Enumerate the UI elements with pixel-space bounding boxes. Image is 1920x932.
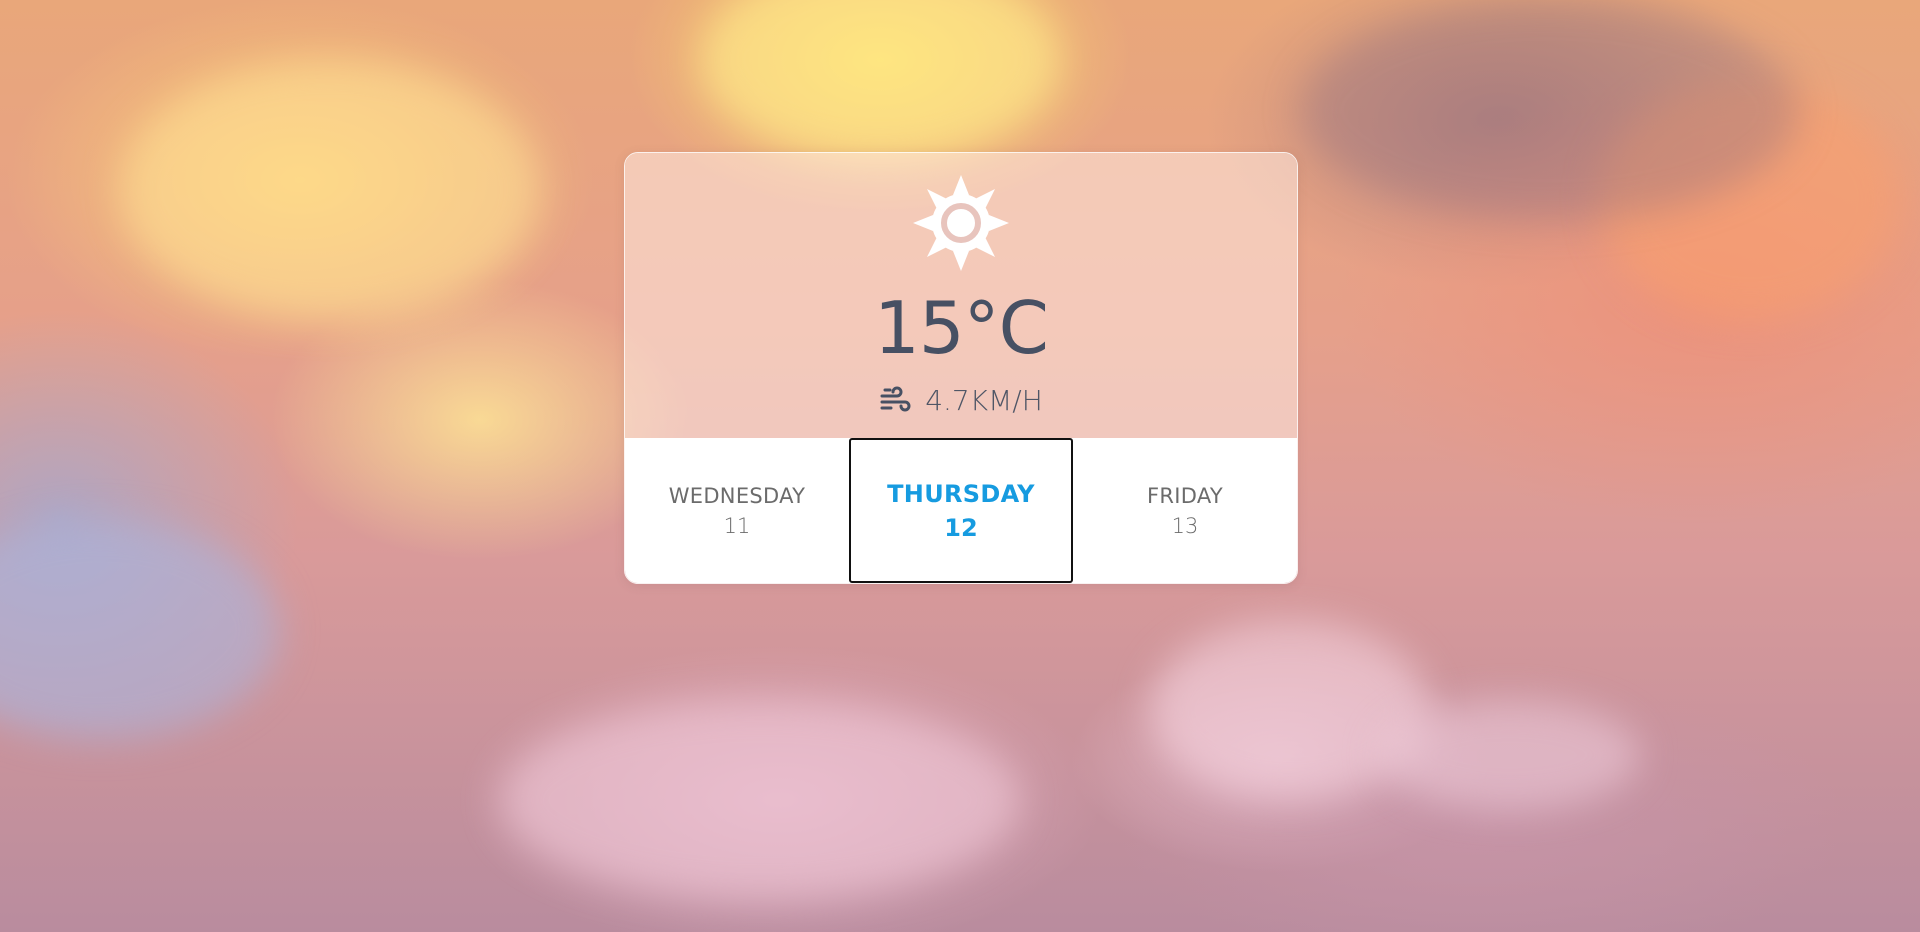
cloud-shape <box>1300 0 1800 220</box>
day-name: THURSDAY <box>887 479 1035 508</box>
day-selector: WEDNESDAY 11 THURSDAY 12 FRIDAY 13 <box>625 438 1297 583</box>
wind-info: 4.7KM/H <box>625 385 1297 417</box>
current-weather-panel: 15°C 4.7KM/H <box>625 153 1297 438</box>
day-number: 11 <box>723 513 751 538</box>
wind-speed-value: 4.7KM/H <box>925 384 1043 417</box>
cloud-shape <box>120 60 540 320</box>
cloud-shape <box>1380 700 1640 810</box>
day-tab-wednesday[interactable]: WEDNESDAY 11 <box>625 438 849 583</box>
day-name: FRIDAY <box>1146 483 1224 508</box>
day-tab-friday[interactable]: FRIDAY 13 <box>1073 438 1297 583</box>
cloud-shape <box>700 0 1060 160</box>
day-tab-thursday[interactable]: THURSDAY 12 <box>849 438 1073 583</box>
temperature-value: 15°C <box>874 286 1049 370</box>
day-number: 13 <box>1171 513 1199 538</box>
weather-card: 15°C 4.7KM/H WEDNESDAY 11 THURSDAY 12 FR… <box>624 152 1298 584</box>
wind-icon <box>880 386 911 412</box>
day-name: WEDNESDAY <box>668 483 806 508</box>
day-number: 12 <box>944 513 978 542</box>
sun-icon <box>913 175 1009 271</box>
cloud-shape <box>500 700 1020 900</box>
cloud-shape <box>0 520 280 740</box>
